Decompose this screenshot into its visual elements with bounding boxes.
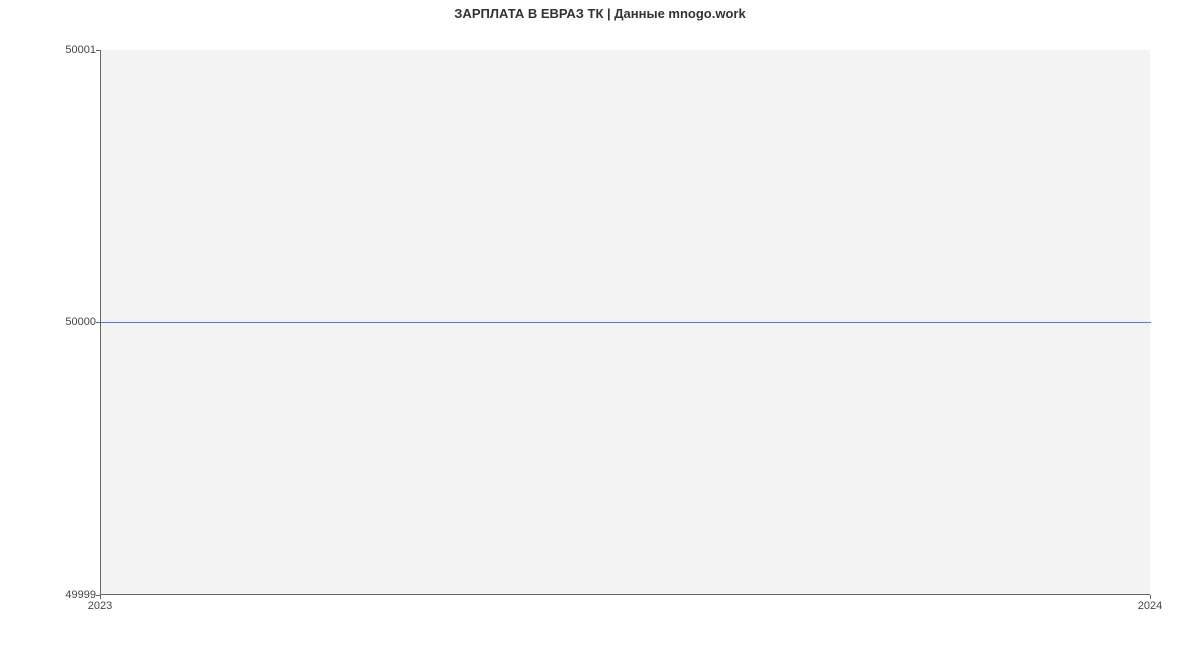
plot-area bbox=[100, 50, 1150, 595]
chart-title: ЗАРПЛАТА В ЕВРАЗ ТК | Данные mnogo.work bbox=[0, 6, 1200, 21]
x-tick-label: 2023 bbox=[88, 600, 112, 612]
x-tick-label: 2024 bbox=[1138, 600, 1162, 612]
x-tick-mark bbox=[1150, 595, 1151, 599]
chart-container: ЗАРПЛАТА В ЕВРАЗ ТК | Данные mnogo.work … bbox=[0, 0, 1200, 650]
y-tick-label: 50000 bbox=[65, 316, 96, 328]
x-tick-mark bbox=[100, 595, 101, 599]
data-line bbox=[101, 322, 1151, 323]
y-tick-label: 50001 bbox=[65, 44, 96, 56]
